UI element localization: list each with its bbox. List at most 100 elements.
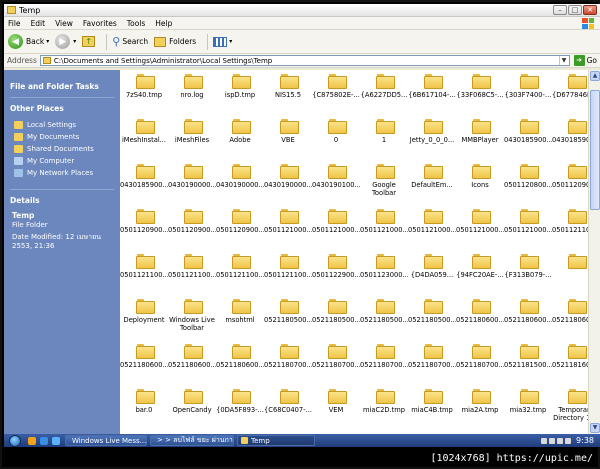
start-button[interactable] [4,434,26,447]
folder-item[interactable]: msohtml [216,294,264,339]
folder-item[interactable]: 0501120800... [504,159,552,204]
folder-item[interactable]: MMBPlayer [456,114,504,159]
views-button[interactable]: ▾ [213,36,232,47]
chevron-down-icon[interactable]: ▾ [46,38,49,45]
folder-item[interactable]: iMeshFiles [168,114,216,159]
folder-item[interactable]: {C68C0407-... [264,384,312,429]
folder-item[interactable]: 0521180600... [504,294,552,339]
folder-item[interactable]: 0501121000... [408,204,456,249]
folder-item[interactable]: 0501121000... [456,204,504,249]
task-firefox-window[interactable]: > > ลบไฟล์ ขยะ ผ่านการ ... มี... [150,435,234,446]
folder-item[interactable]: 0521180500... [360,294,408,339]
folder-item[interactable]: 0521180700... [456,339,504,384]
folder-item[interactable]: iMeshInstal... [120,114,168,159]
folder-item[interactable]: 0501121000... [264,204,312,249]
folder-item[interactable]: 0430190000... [168,159,216,204]
task-temp-folder[interactable]: Temp [237,435,315,446]
folder-item[interactable]: {A6227DD5... [360,70,408,114]
folder-item[interactable]: miaC2D.tmp [360,384,408,429]
menu-help[interactable]: Help [155,19,172,28]
folder-item[interactable]: 0430185900... [120,159,168,204]
scroll-down-button[interactable]: ▼ [590,423,600,433]
up-folder-button[interactable]: ↑ [82,36,96,47]
folder-item[interactable]: 0 [312,114,360,159]
folder-item[interactable]: 0501120900... [216,204,264,249]
folder-item[interactable]: VEM [312,384,360,429]
folder-item[interactable]: {F313B079-... [504,249,552,294]
folder-item[interactable]: mia32.tmp [504,384,552,429]
folder-item[interactable]: Adobe [216,114,264,159]
menu-edit[interactable]: Edit [31,19,46,28]
place-network-places[interactable]: My Network Places [10,167,114,179]
chevron-down-icon[interactable]: ▾ [73,38,76,45]
folder-item[interactable]: 0521180700... [312,339,360,384]
folder-item[interactable]: 0501121100... [216,249,264,294]
folder-item[interactable]: {0DA5F893-... [216,384,264,429]
place-local-settings[interactable]: Local Settings [10,119,114,131]
folder-item[interactable]: 0521180700... [408,339,456,384]
folder-item[interactable]: 0430190000... [264,159,312,204]
quicklaunch-desktop-icon[interactable] [52,436,60,445]
place-my-documents[interactable]: My Documents [10,131,114,143]
folder-item[interactable]: {303F7400-... [504,70,552,114]
title-bar[interactable]: Temp – □ ✕ [4,4,600,17]
folder-item[interactable]: Icons [456,159,504,204]
quicklaunch-ie-icon[interactable] [40,436,48,445]
scroll-up-button[interactable]: ▲ [590,71,600,81]
tray-icon[interactable] [541,437,548,444]
folder-item[interactable]: 0521180500... [408,294,456,339]
folder-item[interactable]: 0521180600... [120,339,168,384]
folder-item[interactable]: Deployment [120,294,168,339]
folder-item[interactable]: bar.0 [120,384,168,429]
back-button[interactable]: ◀ Back ▾ [8,34,49,49]
folder-item[interactable]: {D4DA059... [408,249,456,294]
folder-item[interactable]: NIS15.5 [264,70,312,114]
folder-item[interactable]: 0521180500... [312,294,360,339]
folder-item[interactable]: 0521180700... [360,339,408,384]
other-places-header[interactable]: Other Places [10,104,114,113]
clock[interactable]: 9:38 [576,436,594,445]
folder-item[interactable]: nro.log [168,70,216,114]
folder-item[interactable]: 0501121100... [120,249,168,294]
folder-item[interactable]: 0501121000... [312,204,360,249]
folder-item[interactable]: 0501121000... [360,204,408,249]
search-button[interactable]: ⚲ Search [112,35,148,48]
folder-item[interactable]: 0501123000... [360,249,408,294]
folder-item[interactable]: 0501121000... [504,204,552,249]
folder-item[interactable]: 0501121100... [264,249,312,294]
tray-icon[interactable] [549,437,556,444]
folder-item[interactable]: 0521180600... [456,294,504,339]
folder-item[interactable]: 0501122900... [312,249,360,294]
folder-item[interactable]: 0521180600... [216,339,264,384]
close-button[interactable]: ✕ [583,5,597,15]
folder-item[interactable]: 0430190100... [312,159,360,204]
folder-item[interactable]: 0501121100... [168,249,216,294]
folder-item[interactable]: {C875802E-... [312,70,360,114]
folder-item[interactable]: 0430185900... [504,114,552,159]
folder-item[interactable]: 0521180700... [264,339,312,384]
maximize-button[interactable]: □ [568,5,582,15]
folder-item[interactable]: ispD.tmp [216,70,264,114]
folder-item[interactable]: {94FC20AE-... [456,249,504,294]
folder-item[interactable]: 0521181500... [504,339,552,384]
address-field[interactable]: C:\Documents and Settings\Administrator\… [39,55,570,66]
folder-item[interactable]: {6B617104-... [408,70,456,114]
address-value[interactable]: C:\Documents and Settings\Administrator\… [54,57,559,65]
folder-item[interactable]: OpenCandy [168,384,216,429]
menu-file[interactable]: File [8,19,21,28]
folder-item[interactable]: Windows Live Toolbar [168,294,216,339]
scroll-thumb[interactable] [590,90,600,210]
folders-button[interactable]: Folders [154,36,196,47]
folder-item[interactable]: 0501120900... [120,204,168,249]
folder-item[interactable]: VBE [264,114,312,159]
minimize-button[interactable]: – [553,5,567,15]
forward-button[interactable]: ▶ ▾ [55,34,76,49]
folder-item[interactable]: 1 [360,114,408,159]
folder-item[interactable]: Jetty_0_0_0... [408,114,456,159]
vertical-scrollbar[interactable]: ▲ ▼ [588,70,600,434]
folder-item[interactable]: 7zS40.tmp [120,70,168,114]
folder-item[interactable]: mia2A.tmp [456,384,504,429]
menu-tools[interactable]: Tools [127,19,145,28]
menu-view[interactable]: View [55,19,73,28]
details-header[interactable]: Details [10,196,114,205]
